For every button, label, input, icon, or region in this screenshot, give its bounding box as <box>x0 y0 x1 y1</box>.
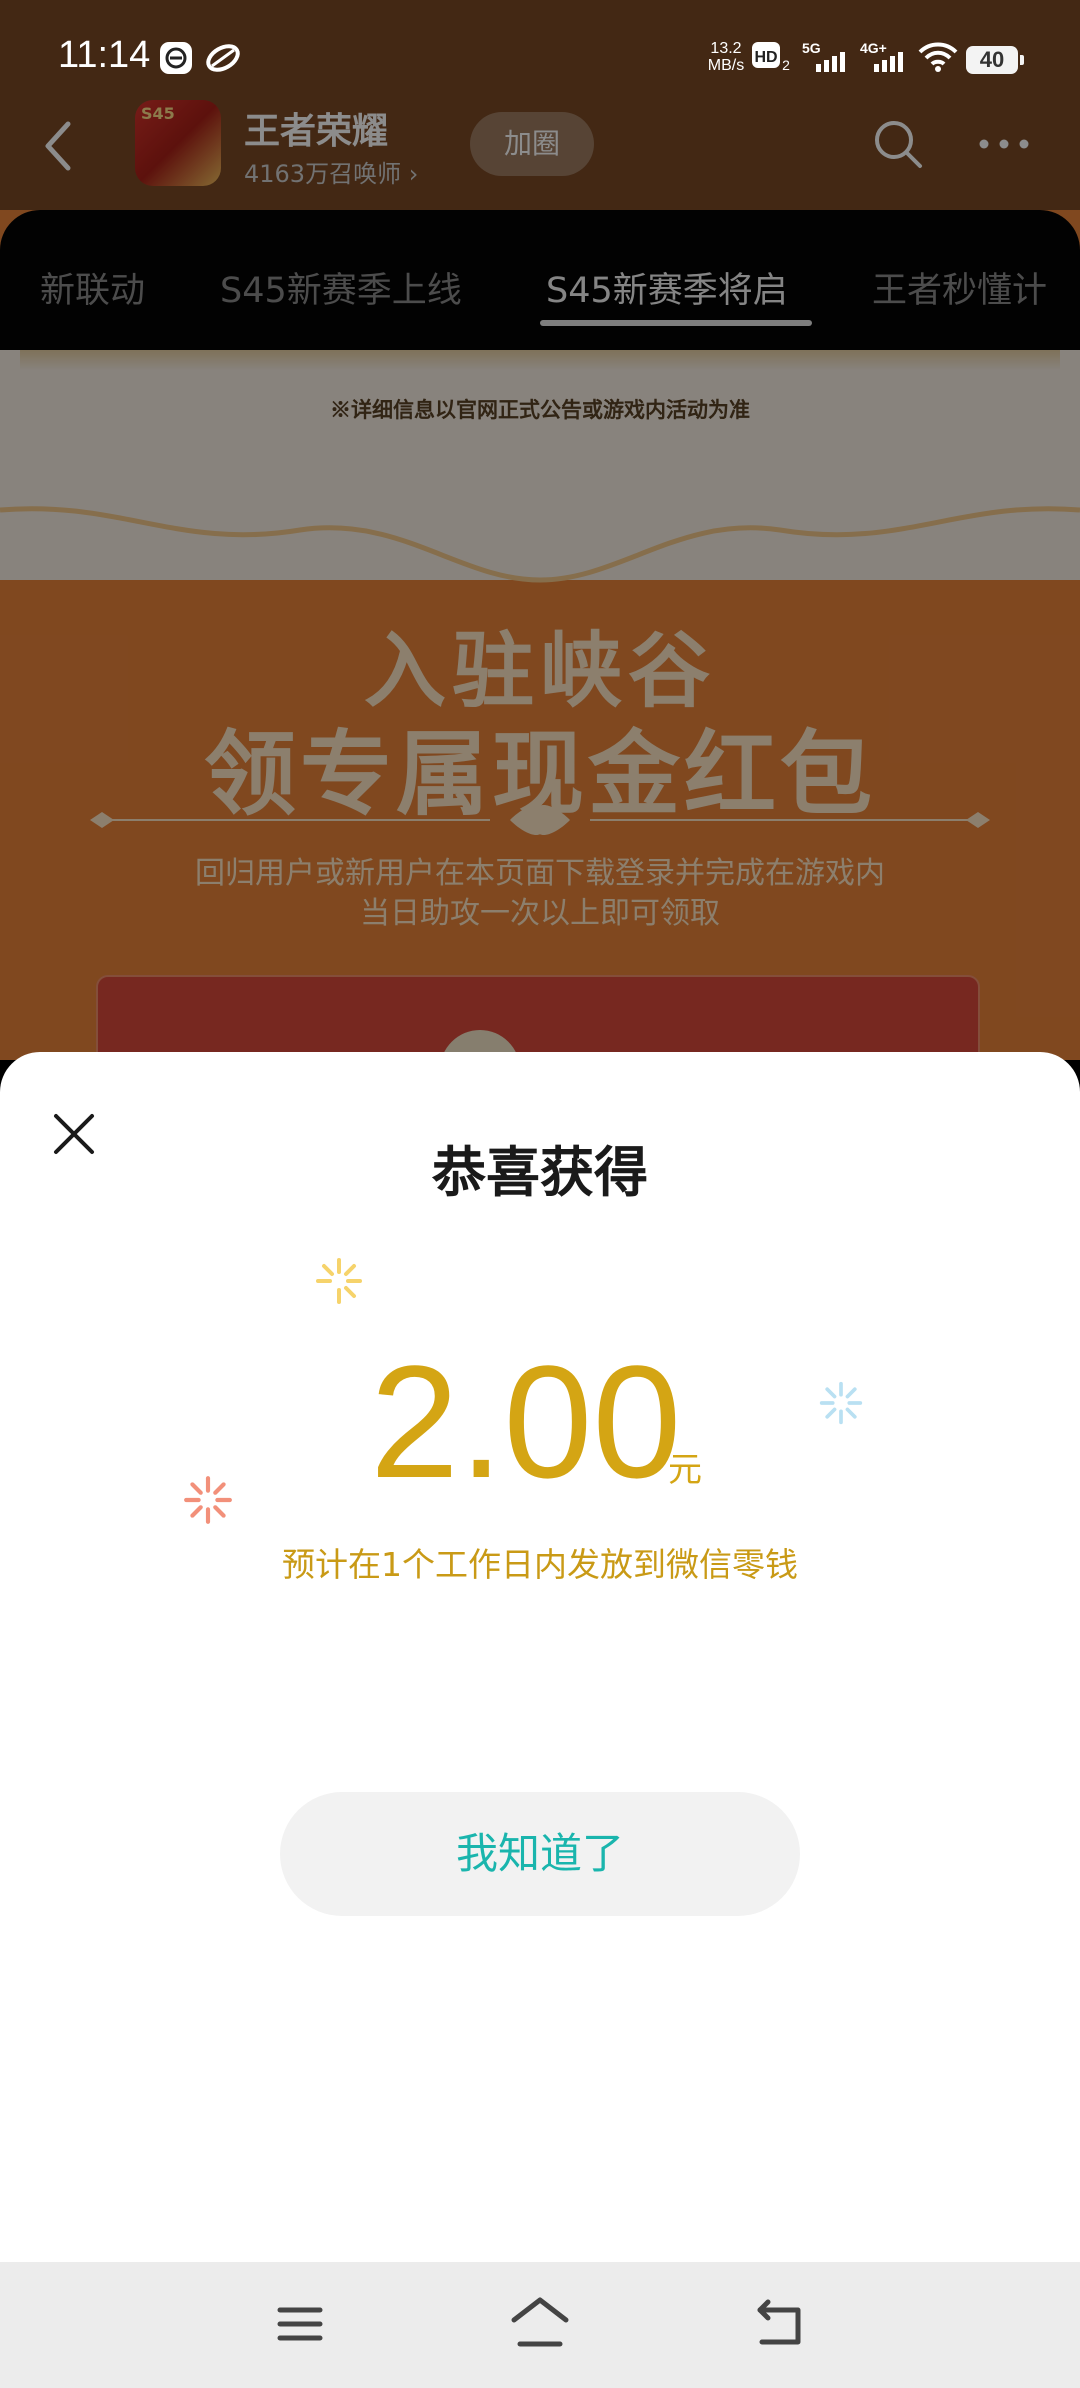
modal-dim-overlay[interactable] <box>0 0 1080 1100</box>
signal-5g-icon: 5G <box>802 40 845 72</box>
svg-text:5G: 5G <box>802 40 821 56</box>
reward-currency-unit: 元 <box>668 1450 702 1490</box>
reward-bottom-sheet: 恭喜获得 2.00 元 预计在1个工作日内发放到微信零钱 我知道了 <box>0 1052 1080 2262</box>
home-icon[interactable] <box>510 2296 570 2350</box>
reward-amount: 2.00 <box>370 1332 682 1511</box>
network-speed-unit: MB/s <box>707 57 745 74</box>
sparkle-icon <box>316 1258 362 1304</box>
hd-voice-icon: HD 2 <box>752 42 790 73</box>
status-time: 11:14 <box>58 34 151 76</box>
battery-indicator: 40 <box>966 46 1024 74</box>
acknowledge-button[interactable]: 我知道了 <box>280 1792 800 1916</box>
sparkle-icon <box>819 1381 863 1425</box>
svg-text:2: 2 <box>782 57 790 73</box>
svg-text:4G+: 4G+ <box>860 40 887 56</box>
payout-hint: 预计在1个工作日内发放到微信零钱 <box>282 1545 798 1584</box>
network-speed-value: 13.2 <box>710 40 742 57</box>
app-notification-icon <box>160 42 192 74</box>
wifi-icon <box>918 42 958 72</box>
back-icon[interactable] <box>754 2298 806 2348</box>
svg-text:HD: HD <box>754 49 777 66</box>
reward-title: 恭喜获得 <box>432 1141 648 1204</box>
sparkle-icon <box>184 1476 232 1524</box>
leaf-notification-icon <box>206 44 240 72</box>
screen: S45 王者荣耀 4163万召唤师 › 加圈 ※详细信息以官网正式公告或游戏内活… <box>0 0 1080 2388</box>
system-navigation-bar <box>0 2262 1080 2388</box>
status-bar: 11:14 13.2 MB/s HD 2 5G 4G+ 40 <box>0 0 1080 100</box>
signal-4g-icon: 4G+ <box>860 40 903 72</box>
network-speed: 13.2 MB/s <box>696 40 756 74</box>
menu-icon[interactable] <box>276 2300 324 2348</box>
